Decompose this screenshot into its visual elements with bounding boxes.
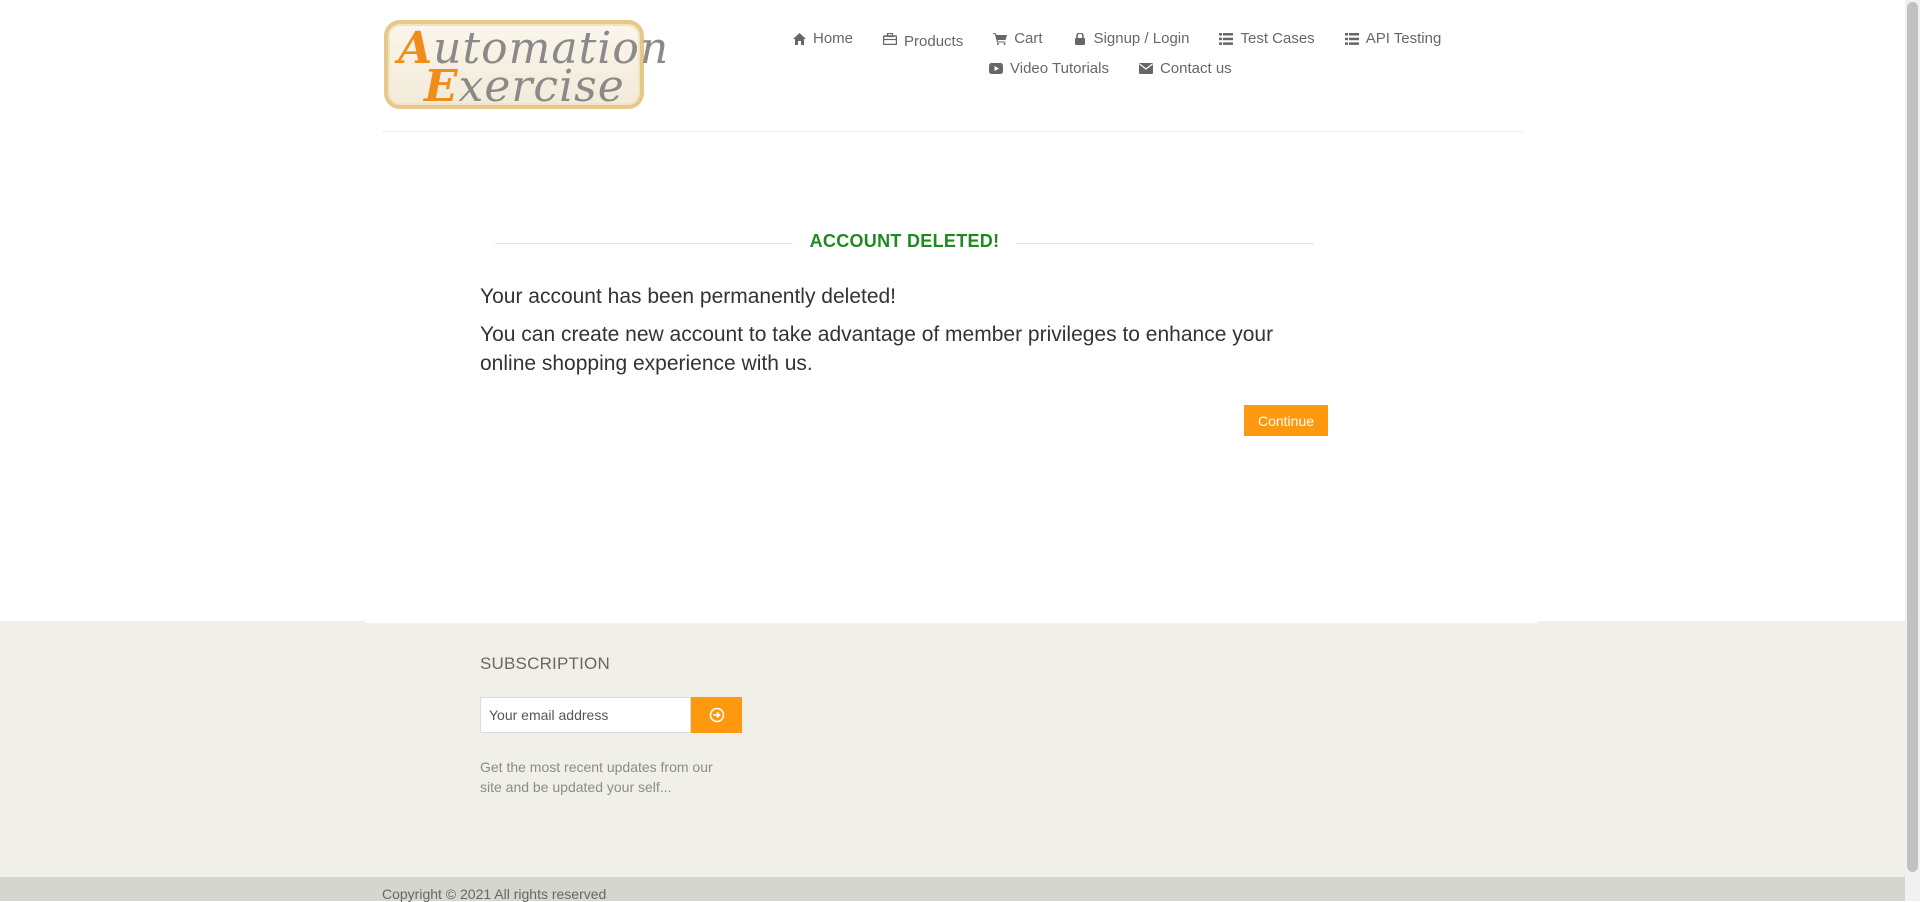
site-logo[interactable]: Automation Exercise	[384, 20, 668, 110]
header-divider	[382, 131, 1524, 132]
arrow-circle-right-icon	[709, 707, 725, 723]
home-icon	[792, 32, 806, 46]
nav-video-tutorials-label: Video Tutorials	[1010, 60, 1109, 77]
nav-home-label: Home	[813, 30, 854, 47]
nav-home[interactable]: Home	[792, 30, 853, 47]
youtube-icon	[989, 62, 1003, 76]
subscription-title: SUBSCRIPTION	[480, 654, 610, 673]
nav-cart-label: Cart	[1014, 30, 1043, 47]
list-icon	[1344, 32, 1359, 46]
site-header	[0, 0, 1905, 133]
nav-cart[interactable]: Cart	[993, 30, 1043, 47]
cart-icon	[993, 32, 1008, 46]
nav-api-testing[interactable]: API Testing	[1344, 30, 1442, 47]
nav-video-tutorials[interactable]: Video Tutorials	[989, 60, 1109, 77]
nav-products[interactable]: Products	[883, 30, 964, 50]
copyright-text: Copyright © 2021 All rights reserved	[382, 886, 607, 902]
lock-icon	[1073, 32, 1087, 46]
scrollbar-thumb[interactable]	[1907, 2, 1918, 872]
page-title-block: ACCOUNT DELETED!	[495, 228, 1314, 258]
footer	[0, 621, 1905, 901]
logo-cap-e: E	[424, 61, 459, 112]
continue-button[interactable]: Continue	[1244, 405, 1328, 436]
logo-text-2: xercise	[458, 61, 625, 112]
bottom-bar	[0, 877, 1905, 901]
nav-api-testing-label: API Testing	[1365, 30, 1442, 47]
subscribe-button[interactable]	[691, 697, 742, 733]
nav-products-label: Products	[904, 33, 964, 50]
nav-contact-us-label: Contact us	[1159, 60, 1232, 77]
deleted-message: Your account has been permanently delete…	[480, 285, 897, 308]
logo-line-2: Exercise	[424, 64, 625, 110]
products-icon	[883, 32, 898, 46]
nav-signup-login[interactable]: Signup / Login	[1073, 30, 1190, 47]
subscription-description: Get the most recent updates from our sit…	[480, 759, 713, 795]
nav-contact-us[interactable]: Contact us	[1138, 60, 1232, 77]
create-account-message: You can create new account to take advan…	[480, 323, 1274, 375]
title-divider-right	[1016, 243, 1314, 244]
list-icon	[1219, 32, 1234, 46]
nav-signup-login-label: Signup / Login	[1093, 30, 1190, 47]
main-nav-row-1: Home Products Cart Signup / Login Test C…	[792, 30, 1471, 50]
page-title: ACCOUNT DELETED!	[809, 231, 1000, 251]
nav-test-cases[interactable]: Test Cases	[1219, 30, 1315, 47]
subscription-email-input[interactable]	[480, 697, 691, 733]
envelope-icon	[1138, 62, 1153, 76]
nav-test-cases-label: Test Cases	[1240, 30, 1315, 47]
main-nav-row-2: Video Tutorials Contact us	[989, 60, 1262, 77]
footer-top-edge	[365, 621, 1537, 623]
